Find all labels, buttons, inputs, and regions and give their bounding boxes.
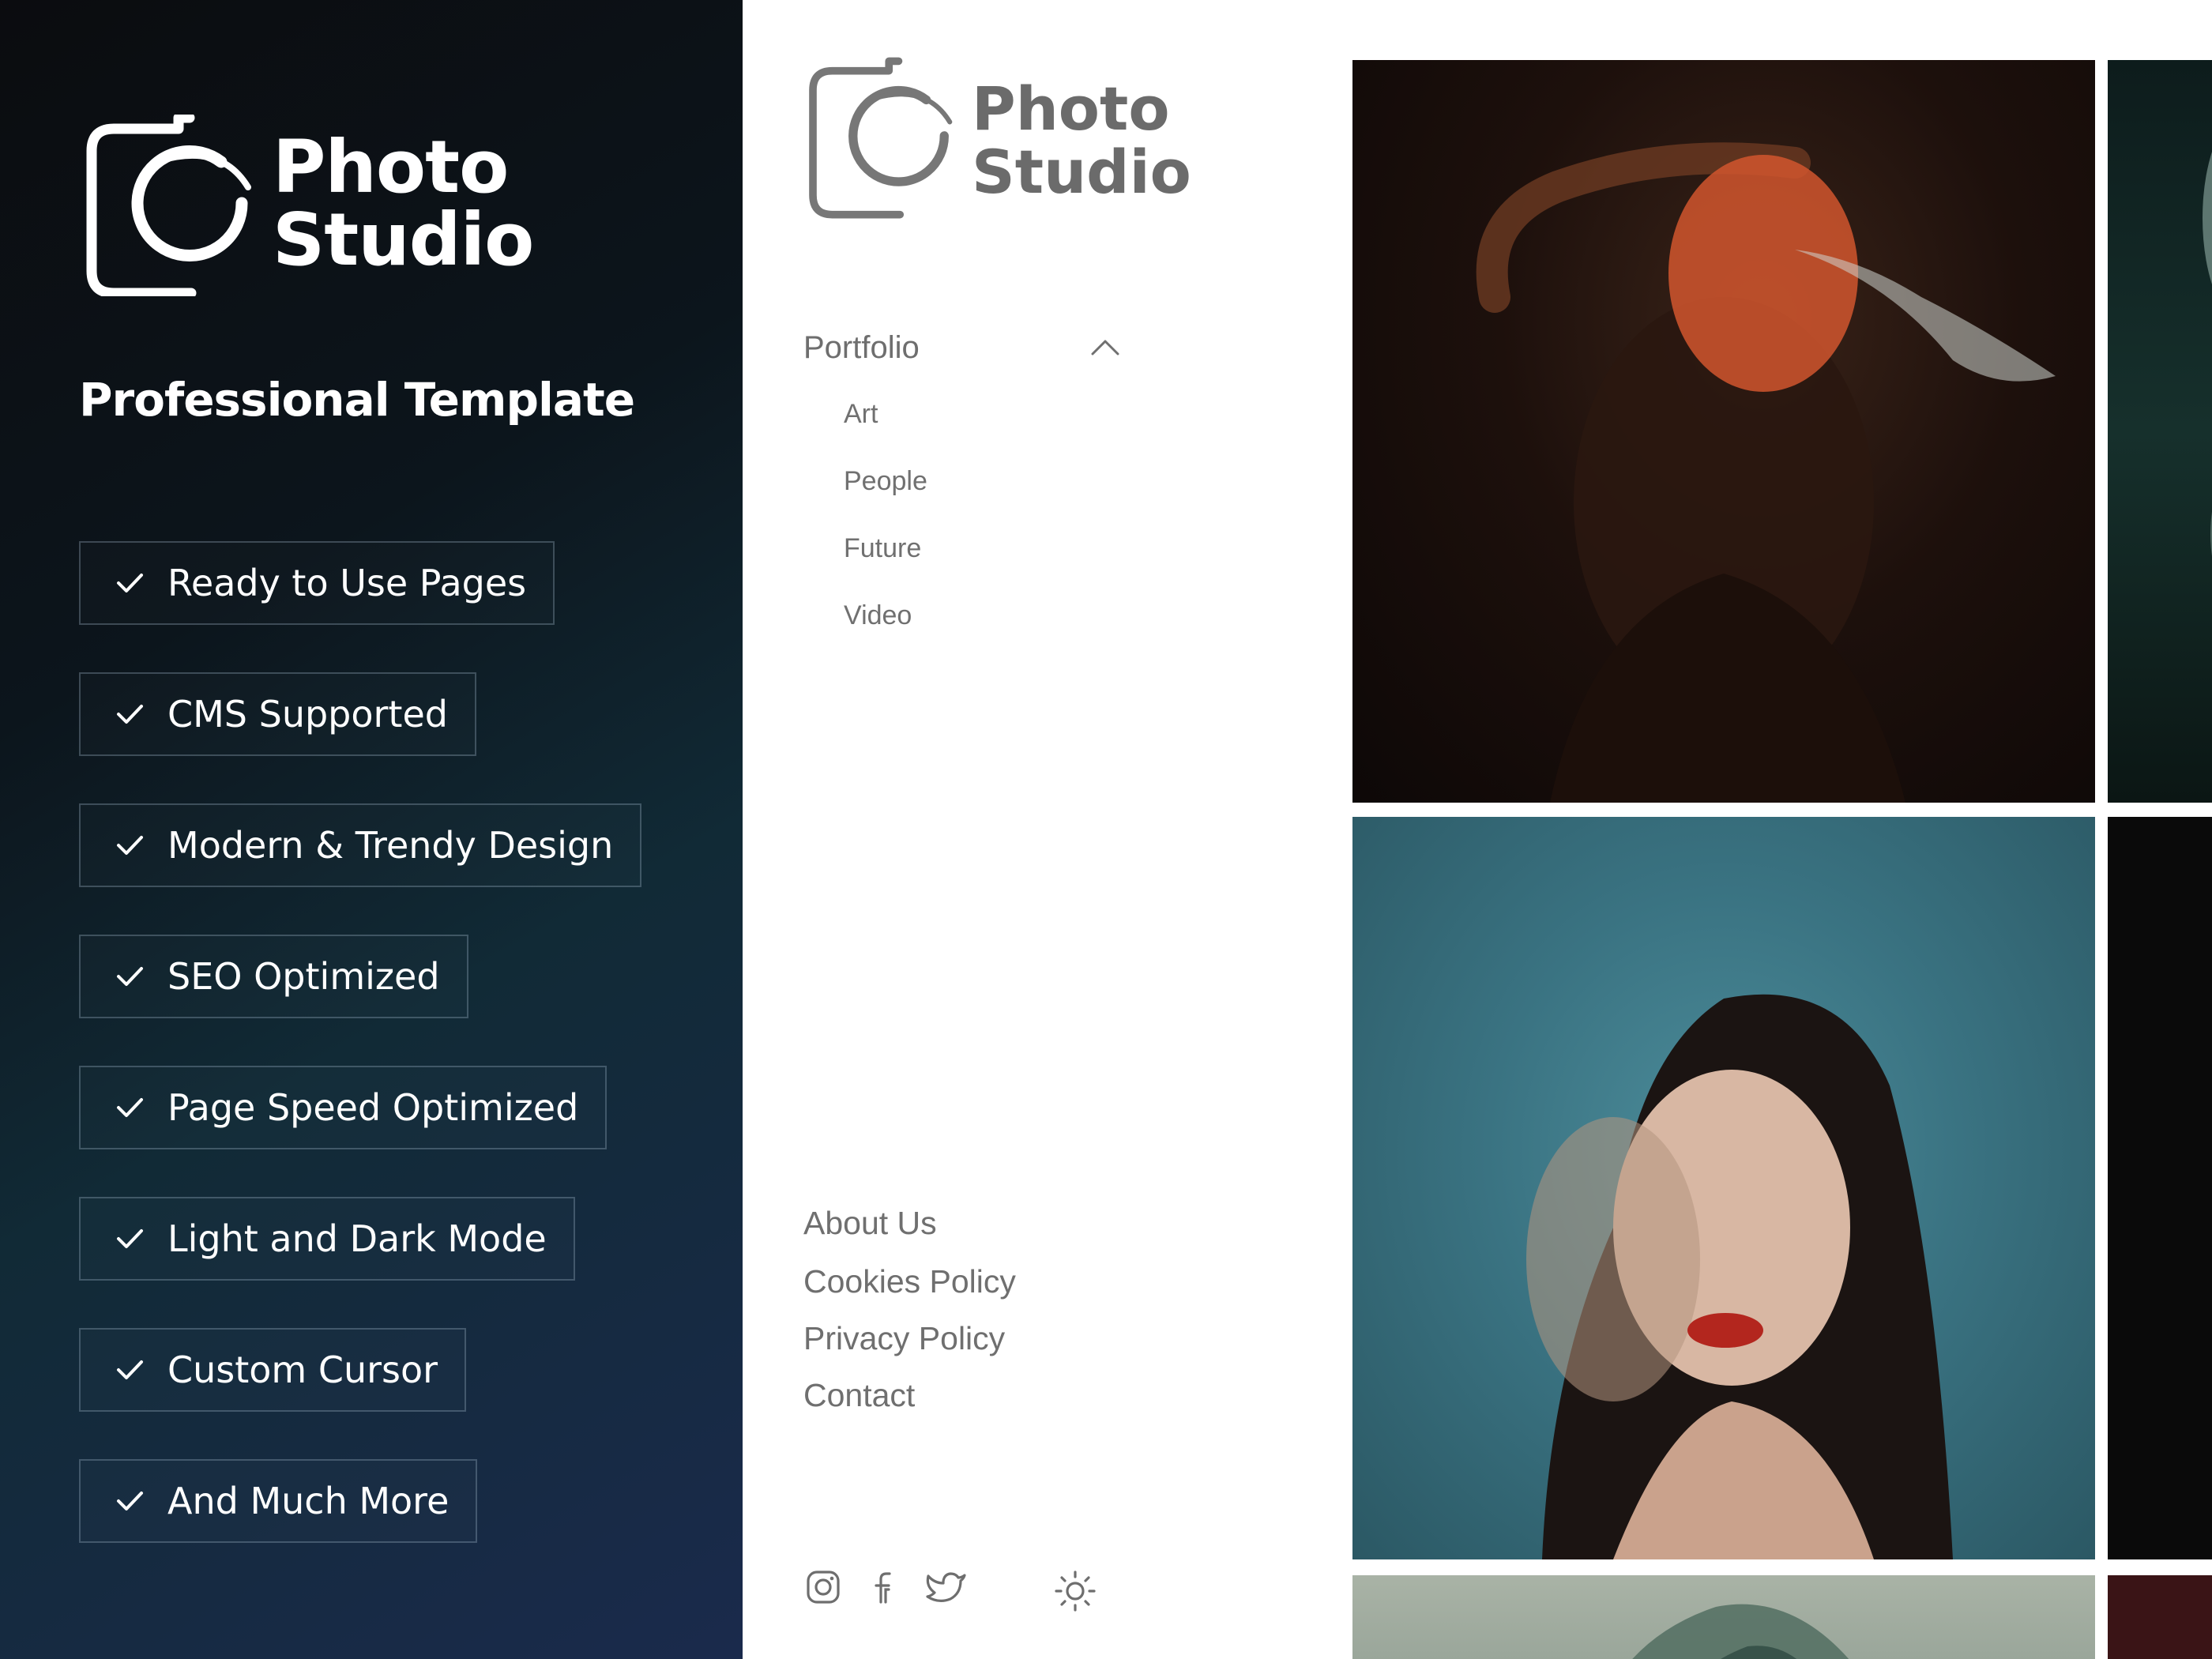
portfolio-photo[interactable] xyxy=(1352,817,2095,1559)
chevron-up-icon xyxy=(1091,340,1119,356)
promo-brand-line1: Photo xyxy=(273,125,509,209)
feature-label: Light and Dark Mode xyxy=(167,1217,547,1260)
sun-icon[interactable] xyxy=(1053,1569,1097,1613)
facebook-icon[interactable] xyxy=(867,1569,903,1605)
nav-item-video[interactable]: Video xyxy=(844,600,912,631)
photo-abstract-green xyxy=(1632,1604,1849,1659)
nav-portfolio-label: Portfolio xyxy=(803,329,920,365)
check-icon xyxy=(117,574,143,592)
nav-item-future[interactable]: Future xyxy=(844,533,921,564)
feature-label: And Much More xyxy=(167,1480,450,1522)
feature-seo-optimized: SEO Optimized xyxy=(79,935,468,1018)
portfolio-photo[interactable] xyxy=(1352,60,2095,803)
nav-item-people[interactable]: People xyxy=(844,466,927,497)
nav-item-art[interactable]: Art xyxy=(844,399,878,430)
check-icon xyxy=(117,967,143,986)
check-icon xyxy=(117,705,143,724)
check-icon xyxy=(117,1098,143,1117)
feature-label: SEO Optimized xyxy=(167,955,440,998)
nav-portfolio-toggle[interactable]: Portfolio xyxy=(803,324,1127,371)
camera-logo-icon xyxy=(86,115,251,296)
footer-link-cookies-policy[interactable]: Cookies Policy xyxy=(803,1263,1016,1300)
portfolio-photo[interactable] xyxy=(1352,1575,2095,1659)
footer-link-contact[interactable]: Contact xyxy=(803,1377,915,1414)
feature-ready-to-use-pages: Ready to Use Pages xyxy=(79,541,555,625)
footer-link-about-us[interactable]: About Us xyxy=(803,1205,937,1242)
feature-light-dark-mode: Light and Dark Mode xyxy=(79,1197,575,1281)
check-icon xyxy=(117,1492,143,1510)
feature-label: CMS Supported xyxy=(167,693,448,735)
site-brand-line2: Studio xyxy=(972,137,1191,207)
feature-label: Modern & Trendy Design xyxy=(167,824,614,867)
check-icon xyxy=(117,1229,143,1248)
feature-cms-supported: CMS Supported xyxy=(79,672,476,756)
twitter-icon[interactable] xyxy=(925,1569,968,1605)
feature-label: Custom Cursor xyxy=(167,1349,438,1391)
photo-teal-flowers xyxy=(2203,152,2212,557)
promo-brand-line2: Studio xyxy=(273,198,534,282)
photo-portrait-smoke xyxy=(1476,142,2056,803)
feature-custom-cursor: Custom Cursor xyxy=(79,1328,467,1412)
instagram-icon[interactable] xyxy=(805,1569,841,1605)
portfolio-photo[interactable] xyxy=(2108,1575,2212,1659)
portfolio-photo[interactable] xyxy=(2108,60,2212,803)
feature-page-speed: Page Speed Optimized xyxy=(79,1066,608,1149)
promo-panel: Photo Studio Professional Template Ready… xyxy=(0,0,743,1659)
portfolio-photo[interactable] xyxy=(2108,817,2212,1559)
feature-modern-design: Modern & Trendy Design xyxy=(79,803,642,887)
footer-link-privacy-policy[interactable]: Privacy Policy xyxy=(803,1320,1005,1357)
site-preview: Photo Studio Portfolio Art People Future… xyxy=(743,0,2212,1659)
feature-and-much-more: And Much More xyxy=(79,1459,478,1543)
site-brand-name[interactable]: Photo Studio xyxy=(972,77,1191,204)
photo-portrait-blue xyxy=(1526,994,1953,1559)
promo-brand-name: Photo Studio xyxy=(273,125,534,282)
check-icon xyxy=(117,1360,143,1379)
check-icon xyxy=(117,836,143,855)
promo-tagline: Professional Template xyxy=(79,373,635,427)
feature-label: Page Speed Optimized xyxy=(167,1086,579,1129)
site-brand-line1: Photo xyxy=(972,73,1170,144)
site-camera-logo-icon[interactable] xyxy=(802,57,968,219)
feature-label: Ready to Use Pages xyxy=(167,562,527,604)
